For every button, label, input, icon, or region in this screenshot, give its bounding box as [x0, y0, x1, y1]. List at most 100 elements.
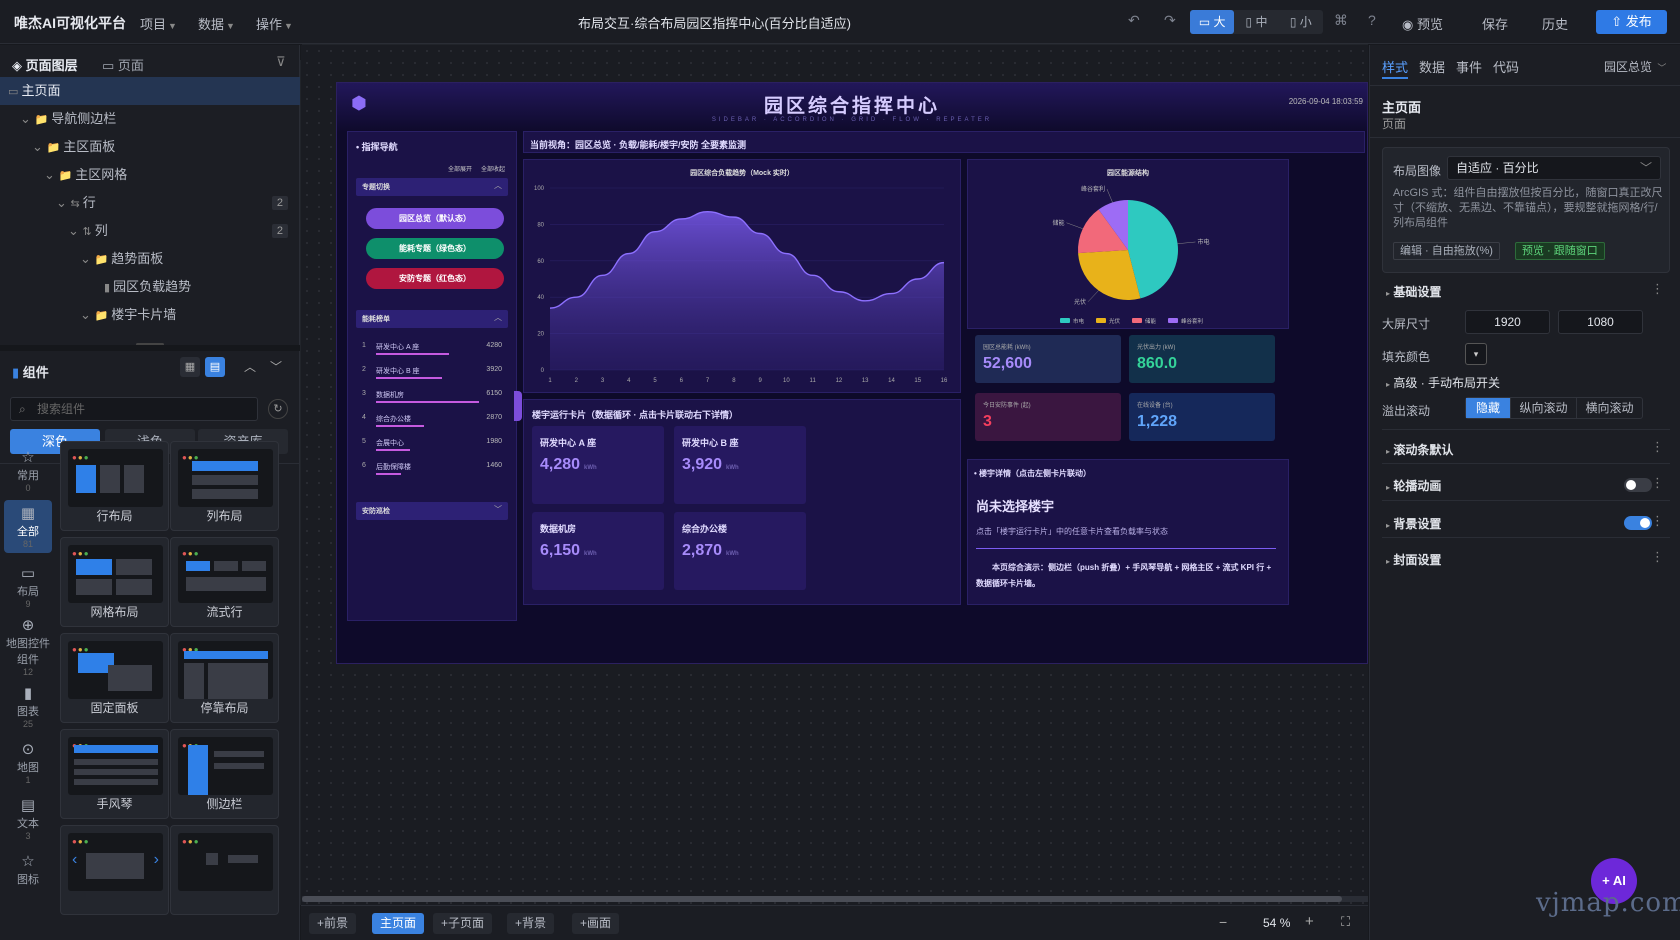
rank-item[interactable]: 5 会展中心 1980	[358, 436, 506, 460]
save-button[interactable]: 保存	[1482, 14, 1508, 33]
chevron-down-icon[interactable]: ⌄	[80, 251, 95, 266]
horizontal-scrollbar[interactable]	[302, 896, 1368, 902]
rank-item[interactable]: 2 研发中心 B 座 3920	[358, 364, 506, 388]
kpi-card[interactable]: 光伏出力 (kW) 860.0	[1129, 335, 1275, 383]
component-card[interactable]: ●●● 行布局	[60, 441, 169, 531]
rank-item[interactable]: 4 综合办公楼 2870	[358, 412, 506, 436]
chevron-down-icon[interactable]: ⌄	[44, 167, 59, 182]
component-card[interactable]: ●●● 流式行	[170, 537, 279, 627]
building-card[interactable]: 数据机房 6,150 kWh	[532, 512, 664, 590]
category-5[interactable]: ⊙ 地图 1	[4, 736, 52, 789]
more-icon[interactable]: ⋮	[1651, 549, 1664, 565]
more-icon[interactable]: ⋮	[1651, 281, 1664, 297]
chevron-down-icon[interactable]: ﹀	[270, 358, 282, 375]
zoom-out-icon[interactable]: −	[1219, 914, 1227, 930]
screen-height-input[interactable]: 1080	[1558, 310, 1643, 334]
tab-data[interactable]: 数据	[1419, 57, 1445, 76]
category-7[interactable]: ☆ 图标	[4, 848, 52, 891]
more-icon[interactable]: ⋮	[1651, 475, 1664, 491]
theme-icon[interactable]: ⌘	[1334, 12, 1348, 29]
overflow-vertical-option[interactable]: 纵向滚动	[1510, 398, 1576, 418]
carousel-animation-header[interactable]: ▸ 轮播动画	[1386, 477, 1441, 494]
list-view-icon[interactable]: ▤	[205, 357, 225, 377]
chevron-down-icon[interactable]: ⌄	[32, 139, 47, 154]
add-foreground-button[interactable]: +前景	[309, 913, 357, 934]
background-toggle[interactable]	[1624, 516, 1652, 530]
main-page-button[interactable]: 主页面	[372, 913, 425, 934]
tree-item[interactable]: ⌄ 📁 主区面板	[0, 133, 300, 161]
tree-item[interactable]: ▮ 园区负载趋势	[0, 273, 300, 301]
accordion-topic-header[interactable]: 专题切换 ︿	[356, 178, 508, 196]
rank-item[interactable]: 3 数据机房 6150	[358, 388, 506, 412]
help-icon[interactable]: ?	[1368, 12, 1376, 28]
chevron-down-icon[interactable]: ⌄	[56, 195, 71, 210]
component-card[interactable]: ●●● 侧边栏	[170, 729, 279, 819]
rank-item[interactable]: 6 后勤保障楼 1460	[358, 460, 506, 484]
kpi-card[interactable]: 园区总能耗 (kWh) 52,600	[975, 335, 1121, 383]
more-icon[interactable]: ⋮	[1651, 513, 1664, 529]
kpi-card[interactable]: 今日安防事件 (起) 3	[975, 393, 1121, 441]
building-card[interactable]: 研发中心 B 座 3,920 kWh	[674, 426, 806, 504]
tab-style[interactable]: 样式	[1382, 57, 1408, 76]
component-card[interactable]: ●●●	[170, 825, 279, 915]
tab-code[interactable]: 代码	[1493, 57, 1519, 76]
category-1[interactable]: ▦ 全部 81	[4, 500, 52, 553]
component-card[interactable]: ●●● 列布局	[170, 441, 279, 531]
chevron-up-icon[interactable]: ︿	[244, 358, 256, 375]
chevron-down-icon[interactable]: ⌄	[20, 111, 35, 126]
building-card[interactable]: 研发中心 A 座 4,280 kWh	[532, 426, 664, 504]
tree-item[interactable]: ⌄ ⇆ 行 2	[0, 189, 300, 217]
cover-settings-header[interactable]: ▸ 封面设置	[1386, 551, 1441, 568]
redo-icon[interactable]: ↷	[1164, 12, 1176, 29]
tab-events[interactable]: 事件	[1456, 57, 1482, 76]
page-select[interactable]: 园区总览 ﹀	[1604, 58, 1666, 75]
undo-icon[interactable]: ↶	[1128, 12, 1140, 29]
fill-color-picker[interactable]: ▾	[1465, 343, 1487, 365]
fullscreen-icon[interactable]: ⛶	[1341, 914, 1350, 930]
size-small-button[interactable]: ▯ 小	[1279, 10, 1323, 34]
kpi-card[interactable]: 在线设备 (台) 1,228	[1129, 393, 1275, 441]
expand-all-button[interactable]: 全部展开	[448, 164, 472, 173]
tree-item[interactable]: ⌄ ⇅ 列 2	[0, 217, 300, 245]
category-6[interactable]: ▤ 文本 3	[4, 792, 52, 845]
tree-item[interactable]: ▭ 主页面	[0, 77, 300, 105]
panel-splitter[interactable]	[0, 345, 300, 351]
topic-overview-pill[interactable]: 园区总览（默认态）	[366, 208, 504, 229]
zoom-in-icon[interactable]: +	[1305, 913, 1314, 930]
component-card[interactable]: ●●● 网格布局	[60, 537, 169, 627]
collapse-all-button[interactable]: 全部收起	[481, 164, 505, 173]
advanced-layout-toggle[interactable]: ▸ 高级 · 手动布局开关	[1386, 374, 1500, 391]
background-settings-header[interactable]: ▸ 背景设置	[1386, 515, 1441, 532]
overflow-hidden-option[interactable]: 隐藏	[1466, 398, 1510, 418]
tree-item[interactable]: ⌄ 📁 楼宇卡片墙	[0, 301, 300, 329]
sidebar-collapse-handle[interactable]	[514, 391, 522, 421]
category-4[interactable]: ▮ 图表 25	[4, 680, 52, 733]
tree-item[interactable]: ⌄ 📁 导航侧边栏	[0, 105, 300, 133]
add-screen-button[interactable]: +画面	[572, 913, 620, 934]
building-card[interactable]: 综合办公楼 2,870 kWh	[674, 512, 806, 590]
rank-item[interactable]: 1 研发中心 A 座 4280	[358, 340, 506, 364]
tab-pages[interactable]: ▭ 页面	[102, 55, 144, 74]
more-icon[interactable]: ⋮	[1651, 439, 1664, 455]
carousel-toggle[interactable]	[1624, 478, 1652, 492]
menu-operate[interactable]: 操作 ▼	[256, 14, 293, 33]
accordion-rank-header[interactable]: 能耗榜单 ︿	[356, 310, 508, 328]
tree-item[interactable]: ⌄ 📁 主区网格	[0, 161, 300, 189]
history-button[interactable]: 历史	[1542, 14, 1568, 33]
add-background-button[interactable]: +背景	[507, 913, 555, 934]
size-medium-button[interactable]: ▯ 中	[1234, 10, 1278, 34]
category-2[interactable]: ▭ 布局 9	[4, 560, 52, 613]
add-subpage-button[interactable]: +子页面	[433, 913, 493, 934]
category-0[interactable]: ☆ 常用 0	[4, 444, 52, 497]
overflow-horizontal-option[interactable]: 横向滚动	[1576, 398, 1642, 418]
basic-settings-header[interactable]: ▸ 基础设置	[1386, 283, 1441, 300]
chevron-down-icon[interactable]: ⌄	[80, 307, 95, 322]
publish-button[interactable]: ⇧ 发布	[1596, 10, 1667, 34]
search-input[interactable]: ⌕ 搜索组件	[10, 397, 258, 421]
layout-mode-select[interactable]: 自适应 · 百分比 ﹀	[1447, 156, 1661, 180]
preview-button[interactable]: ◉ 预览	[1402, 14, 1443, 33]
menu-project[interactable]: 项目 ▼	[140, 14, 177, 33]
topic-security-pill[interactable]: 安防专题（红色态）	[366, 268, 504, 289]
size-large-button[interactable]: ▭ 大	[1190, 10, 1235, 34]
dashboard-screen[interactable]: ⬢ 园区综合指挥中心 SIDEBAR · ACCORDION · GRID · …	[336, 82, 1368, 664]
